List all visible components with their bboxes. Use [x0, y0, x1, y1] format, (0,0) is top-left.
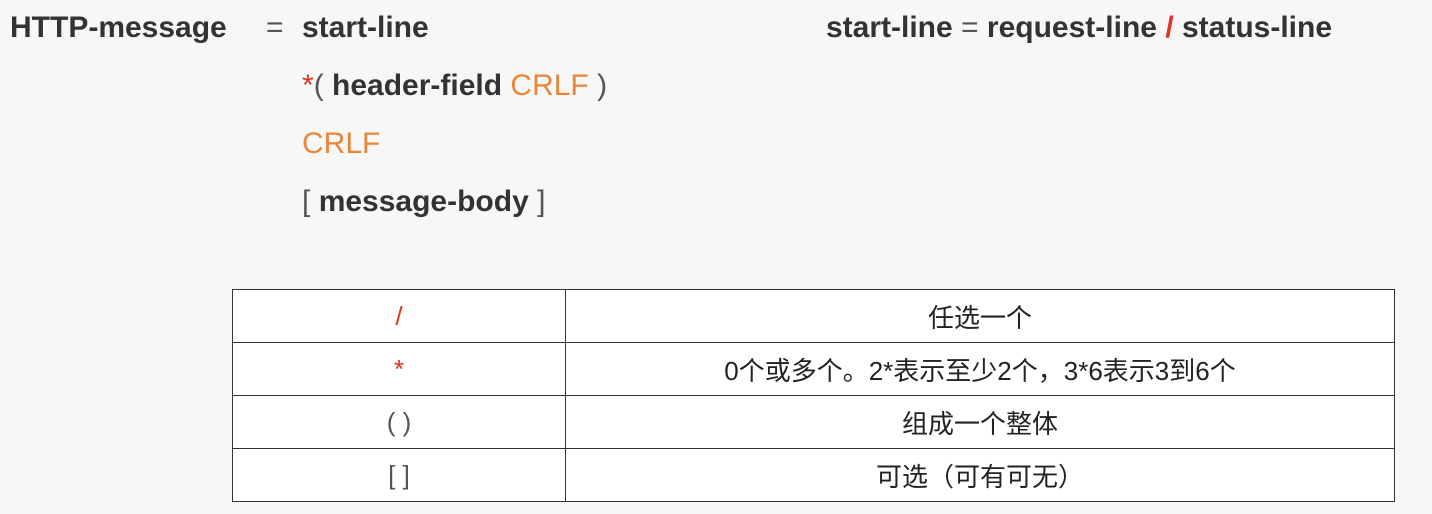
legend-symbol: / — [395, 300, 403, 331]
http-message-rule-name: HTTP-message — [10, 11, 227, 44]
legend-meaning-cell: 可选（可有可无） — [565, 448, 1395, 502]
start-line-term: start-line — [302, 11, 429, 44]
legend-meaning-cell: 任选一个 — [565, 289, 1395, 343]
legend-symbol-cell: * — [232, 342, 566, 396]
crlf-line: CRLF — [302, 127, 381, 160]
table-row: [ ] 可选（可有可无） — [232, 448, 1395, 502]
close-paren: ) — [597, 69, 608, 102]
alternative-slash: / — [1165, 11, 1174, 44]
open-paren: ( — [313, 69, 324, 102]
start-line-rule-name: start-line — [826, 11, 953, 44]
legend-symbol: ( ) — [386, 406, 412, 437]
close-bracket: ] — [537, 185, 546, 218]
legend-symbol-cell: [ ] — [232, 448, 566, 502]
start-line-rule: start-line = request-line / status-line — [826, 10, 1332, 46]
equals-sign: = — [266, 11, 284, 44]
legend-symbol-cell: / — [232, 289, 566, 343]
header-field-term: header-field — [332, 69, 503, 102]
notation-legend-table: / 任选一个 * 0个或多个。2*表示至少2个，3*6表示3到6个 ( ) 组成… — [232, 289, 1395, 502]
start-line-equals: = — [961, 11, 979, 44]
open-bracket: [ — [302, 185, 311, 218]
legend-meaning-cell: 0个或多个。2*表示至少2个，3*6表示3到6个 — [565, 342, 1395, 396]
legend-meaning-cell: 组成一个整体 — [565, 395, 1395, 449]
legend-symbol: * — [393, 353, 405, 384]
repeat-star: * — [302, 69, 314, 102]
status-line-term: status-line — [1182, 11, 1333, 44]
table-row: ( ) 组成一个整体 — [232, 395, 1395, 449]
header-field-line: *( header-field CRLF ) — [302, 68, 607, 104]
table-row: / 任选一个 — [232, 289, 1395, 343]
crlf-term: CRLF — [510, 69, 589, 102]
message-body-term: message-body — [318, 185, 529, 218]
legend-symbol: [ ] — [388, 459, 410, 490]
legend-symbol-cell: ( ) — [232, 395, 566, 449]
table-row: * 0个或多个。2*表示至少2个，3*6表示3到6个 — [232, 342, 1395, 396]
request-line-term: request-line — [986, 11, 1157, 44]
message-body-line: [ message-body ] — [302, 184, 545, 220]
